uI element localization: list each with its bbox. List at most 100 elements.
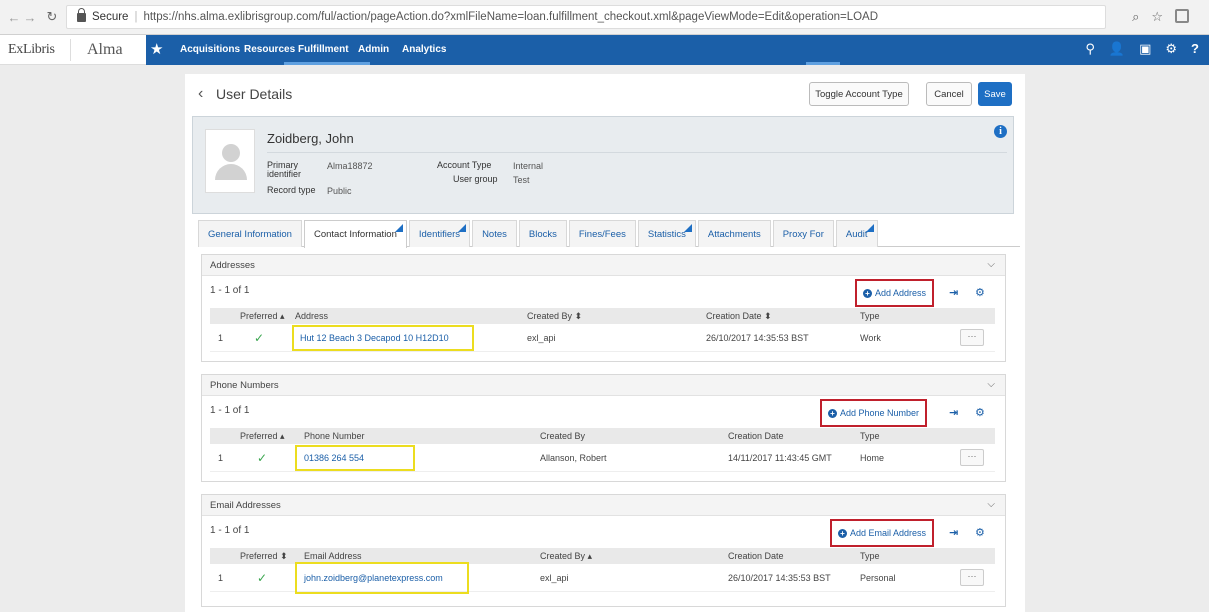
tab-attachments[interactable]: Attachments xyxy=(697,220,771,247)
tab-audit[interactable]: Audit xyxy=(835,220,878,247)
tab-proxy-for[interactable]: Proxy For xyxy=(772,220,834,247)
row-actions-button[interactable]: ··· xyxy=(960,329,984,346)
row-index: 1 xyxy=(218,333,224,343)
table-row[interactable]: 1 ✓ john.zoidberg@planetexpress.com exl_… xyxy=(210,562,995,594)
table-row[interactable]: 1 ✓ 01386 264 554 Allanson, Robert 14/11… xyxy=(210,444,995,472)
col-creation-date[interactable]: Creation Date xyxy=(728,551,784,561)
tab-fines-fees[interactable]: Fines/Fees xyxy=(568,220,636,247)
exlibris-logo: ExLibris xyxy=(8,42,55,57)
row-actions-button[interactable]: ··· xyxy=(960,569,984,586)
primary-identifier-value: Alma18872 xyxy=(327,161,373,171)
col-preferred[interactable]: Preferred ⬍ xyxy=(240,551,288,562)
main-nav: ★ Acquisitions Resources Fulfillment Adm… xyxy=(146,35,1209,65)
user-icon[interactable]: 👤 xyxy=(1109,41,1125,57)
reload-icon[interactable]: ↻ xyxy=(44,9,60,25)
tab-blocks[interactable]: Blocks xyxy=(518,220,567,247)
nav-admin[interactable]: Admin xyxy=(358,44,389,55)
nav-resources[interactable]: Resources xyxy=(244,44,295,55)
add-phone-number-button[interactable]: + Add Phone Number xyxy=(820,399,928,427)
section-header[interactable]: Addresses ⌵ xyxy=(202,255,1005,276)
gear-icon[interactable]: ⚙ xyxy=(1165,41,1177,57)
flag-icon xyxy=(458,224,467,232)
app-name: Alma xyxy=(87,41,123,58)
address-link[interactable]: Hut 12 Beach 3 Decapod 10 H12D10 xyxy=(300,333,449,343)
col-type[interactable]: Type xyxy=(860,311,880,321)
col-preferred[interactable]: Preferred ▴ xyxy=(240,311,285,322)
divider xyxy=(70,39,71,61)
section-header[interactable]: Email Addresses ⌵ xyxy=(202,495,1005,516)
gear-icon[interactable]: ⚙ xyxy=(975,286,985,299)
creation-date: 14/11/2017 11:43:45 GMT xyxy=(728,453,832,463)
addresses-section: Addresses ⌵ 1 - 1 of 1 + Add Address ⇥ ⚙… xyxy=(201,254,1006,362)
extension-icon[interactable] xyxy=(1175,9,1189,23)
user-summary-card: Zoidberg, John Primary identifier Alma18… xyxy=(192,116,1014,214)
cancel-button[interactable]: Cancel xyxy=(926,82,972,106)
address-bar[interactable]: Secure | https://nhs.alma.exlibrisgroup.… xyxy=(66,5,1106,29)
col-creation-date[interactable]: Creation Date ⬍ xyxy=(706,311,772,322)
col-created-by[interactable]: Created By xyxy=(540,431,585,441)
nav-acquisitions[interactable]: Acquisitions xyxy=(180,44,240,55)
nav-fulfillment[interactable]: Fulfillment xyxy=(298,44,349,55)
tab-contact-information[interactable]: Contact Information xyxy=(303,220,407,248)
phone-number-link[interactable]: 01386 264 554 xyxy=(304,453,364,463)
col-created-by[interactable]: Created By ▴ xyxy=(540,551,592,562)
location-icon[interactable]: ⚲ xyxy=(1085,41,1095,57)
url-text[interactable]: https://nhs.alma.exlibrisgroup.com/ful/a… xyxy=(143,11,878,23)
tab-notes[interactable]: Notes xyxy=(472,220,517,247)
export-icon[interactable]: ⇥ xyxy=(949,286,958,299)
col-type[interactable]: Type xyxy=(860,551,880,561)
col-phone-number[interactable]: Phone Number xyxy=(304,431,365,441)
add-address-button[interactable]: + Add Address xyxy=(855,279,935,307)
section-title: Addresses xyxy=(210,260,255,271)
chevron-down-icon[interactable]: ⌵ xyxy=(987,259,995,270)
user-group-value: Test xyxy=(513,175,530,185)
col-creation-date[interactable]: Creation Date xyxy=(728,431,784,441)
account-type-value: Internal xyxy=(513,161,544,171)
created-by: exl_api xyxy=(527,333,556,343)
row-actions-button[interactable]: ··· xyxy=(960,449,984,466)
toggle-account-type-button[interactable]: Toggle Account Type xyxy=(809,82,909,106)
col-address[interactable]: Address xyxy=(295,311,328,321)
bookmark-star-icon[interactable]: ☆ xyxy=(1151,9,1163,25)
col-created-by[interactable]: Created By ⬍ xyxy=(527,311,582,322)
page-title: User Details xyxy=(216,86,293,102)
add-email-address-button[interactable]: + Add Email Address xyxy=(830,519,935,547)
help-icon[interactable]: ? xyxy=(1191,41,1199,57)
col-email-address[interactable]: Email Address xyxy=(304,551,362,561)
record-count: 1 - 1 of 1 xyxy=(210,405,250,416)
tab-identifiers[interactable]: Identifiers xyxy=(408,220,471,247)
active-nav-indicator xyxy=(284,62,370,65)
divider xyxy=(267,152,1007,153)
record-type-label: Record type xyxy=(267,185,316,195)
flag-icon xyxy=(683,224,692,232)
col-type[interactable]: Type xyxy=(860,431,880,441)
tab-general-information[interactable]: General Information xyxy=(198,220,302,247)
col-preferred[interactable]: Preferred ▴ xyxy=(240,431,285,442)
tab-bar: General Information Contact Information … xyxy=(198,220,1020,248)
info-icon[interactable]: i xyxy=(994,125,1007,138)
table-row[interactable]: 1 ✓ Hut 12 Beach 3 Decapod 10 H12D10 exl… xyxy=(210,324,995,352)
forward-arrow-icon[interactable]: → xyxy=(22,10,38,25)
star-icon[interactable]: ★ xyxy=(150,40,163,58)
chevron-down-icon[interactable]: ⌵ xyxy=(987,379,995,390)
avatar xyxy=(205,129,255,193)
plus-icon: + xyxy=(838,528,847,538)
account-type-label: Account Type xyxy=(437,160,492,170)
nav-indicator xyxy=(806,62,840,65)
chevron-down-icon[interactable]: ⌵ xyxy=(987,499,995,510)
export-icon[interactable]: ⇥ xyxy=(949,406,958,419)
grid-header: Preferred ▴ Phone Number Created By Crea… xyxy=(210,428,995,444)
save-button[interactable]: Save xyxy=(978,82,1012,106)
back-chevron-icon[interactable]: ‹ xyxy=(198,85,203,103)
gear-icon[interactable]: ⚙ xyxy=(975,406,985,419)
gear-icon[interactable]: ⚙ xyxy=(975,526,985,539)
tab-statistics[interactable]: Statistics xyxy=(637,220,696,247)
export-icon[interactable]: ⇥ xyxy=(949,526,958,539)
zoom-icon[interactable]: ⌕ xyxy=(1132,9,1139,25)
section-title: Email Addresses xyxy=(210,500,281,511)
email-address-link[interactable]: john.zoidberg@planetexpress.com xyxy=(304,573,443,583)
section-header[interactable]: Phone Numbers ⌵ xyxy=(202,375,1005,396)
nav-analytics[interactable]: Analytics xyxy=(402,44,446,55)
back-arrow-icon[interactable]: ← xyxy=(6,10,22,25)
clipboard-icon[interactable]: ▣ xyxy=(1139,41,1151,57)
